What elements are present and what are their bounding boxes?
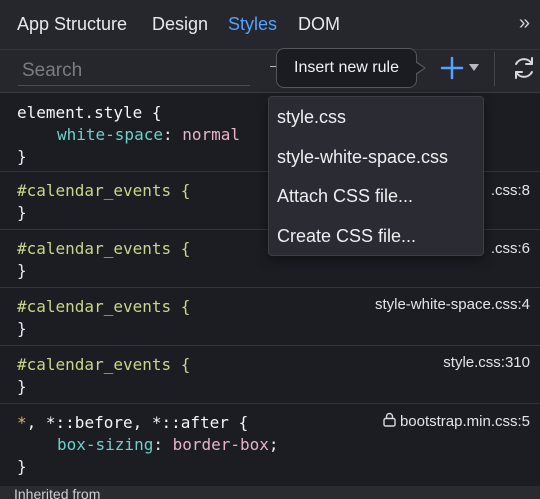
css-rule[interactable]: *, *::before, *::after { box-sizing: bor… <box>0 404 540 486</box>
tab-app-structure[interactable]: App Structure <box>17 14 127 35</box>
selector-rest: , *::before, *::after { <box>26 413 249 432</box>
property-value[interactable]: border-box <box>173 435 269 454</box>
universal-selector: * <box>17 413 27 432</box>
rule-declaration[interactable]: box-sizing: border-box; <box>57 435 279 454</box>
insert-rule-tooltip: Insert new rule <box>276 48 417 88</box>
rule-selector: element.style { <box>17 103 162 122</box>
panel-tabs: App Structure Design Styles DOM » <box>0 0 540 50</box>
rule-selector: #calendar_events { <box>17 181 191 200</box>
menu-item-create-css-file[interactable]: Create CSS file... <box>277 226 416 247</box>
insert-rule-menu: style.css style-white-space.css Attach C… <box>268 96 484 256</box>
search-input[interactable] <box>18 56 250 86</box>
menu-item-style-css[interactable]: style.css <box>277 107 346 128</box>
css-rule[interactable]: #calendar_events { } style-white-space.c… <box>0 288 540 346</box>
source-label[interactable]: bootstrap.min.css:5 <box>400 413 530 430</box>
rule-close-brace: } <box>17 261 27 280</box>
rule-source-link[interactable]: .css:8 <box>491 182 530 199</box>
rule-declaration[interactable]: white-space: normal <box>57 125 240 144</box>
rule-selector: #calendar_events { <box>17 239 191 258</box>
rule-close-brace: } <box>17 319 27 338</box>
rule-selector: #calendar_events { <box>17 355 191 374</box>
rule-close-brace: } <box>17 457 27 476</box>
inherited-label: Inherited from <box>14 486 101 499</box>
rule-selector: *, *::before, *::after { <box>17 413 248 432</box>
double-chevron-right-icon[interactable]: » <box>519 12 530 35</box>
menu-item-attach-css-file[interactable]: Attach CSS file... <box>277 186 413 207</box>
plus-icon[interactable] <box>438 54 466 82</box>
property-name[interactable]: white-space <box>57 125 163 144</box>
rule-selector: #calendar_events { <box>17 297 191 316</box>
tab-styles[interactable]: Styles <box>228 14 277 35</box>
tab-design[interactable]: Design <box>152 14 208 35</box>
lock-icon <box>383 412 396 427</box>
rule-source-link[interactable]: style-white-space.css:4 <box>375 296 530 313</box>
toolbar-divider <box>494 52 495 86</box>
rule-source-link[interactable]: .css:6 <box>491 240 530 257</box>
menu-item-style-white-space-css[interactable]: style-white-space.css <box>277 147 448 168</box>
css-rule[interactable]: #calendar_events { } style.css:310 <box>0 346 540 404</box>
rule-source-link[interactable]: bootstrap.min.css:5 <box>383 412 530 430</box>
property-value[interactable]: normal <box>182 125 240 144</box>
inherited-section-header: Inherited from <box>0 486 540 499</box>
tab-dom[interactable]: DOM <box>298 14 340 35</box>
refresh-icon[interactable] <box>511 55 537 81</box>
chevron-down-icon[interactable] <box>469 64 479 71</box>
rule-source-link[interactable]: style.css:310 <box>443 354 530 371</box>
rule-close-brace: } <box>17 203 27 222</box>
rule-close-brace: } <box>17 147 27 166</box>
rule-close-brace: } <box>17 377 27 396</box>
tooltip-arrow <box>415 61 426 75</box>
property-name[interactable]: box-sizing <box>57 435 153 454</box>
